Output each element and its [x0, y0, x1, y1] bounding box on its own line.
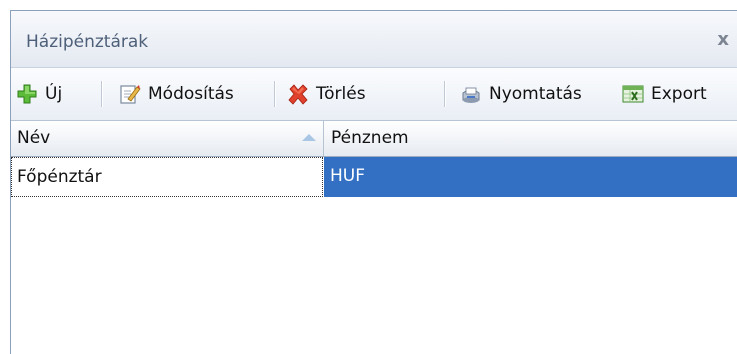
sort-ascending-icon — [302, 134, 316, 141]
cell-name[interactable]: Főpénztár — [11, 157, 323, 197]
column-header-name[interactable]: Név — [11, 121, 324, 156]
excel-icon — [622, 85, 644, 103]
delete-x-icon — [288, 84, 308, 105]
table-row[interactable]: Főpénztár HUF — [11, 157, 737, 197]
new-button[interactable]: Új — [16, 81, 62, 107]
grid-header: Név Pénznem — [11, 121, 737, 157]
column-header-currency[interactable]: Pénznem — [324, 121, 737, 156]
toolbar-separator — [274, 81, 276, 107]
cell-currency[interactable]: HUF — [324, 157, 737, 197]
cash-registers-panel: Házipénztárak x Új Módosítás Törlés Nyom… — [10, 10, 737, 354]
toolbar: Új Módosítás Törlés Nyomtatás Export — [11, 68, 737, 121]
column-header-name-label: Név — [17, 128, 51, 148]
toolbar-separator — [101, 81, 103, 107]
print-button[interactable]: Nyomtatás — [460, 81, 582, 107]
printer-icon — [462, 87, 480, 103]
plus-icon — [17, 84, 37, 104]
edit-icon — [120, 85, 141, 104]
panel-titlebar: Házipénztárak x — [11, 11, 737, 68]
cell-name-text: Főpénztár — [17, 167, 102, 187]
export-button[interactable]: Export — [622, 81, 707, 107]
toolbar-separator — [444, 81, 446, 107]
column-header-currency-label: Pénznem — [331, 128, 409, 148]
panel-title: Házipénztárak — [26, 32, 149, 52]
close-icon[interactable]: x — [717, 29, 729, 50]
edit-button[interactable]: Módosítás — [119, 81, 234, 107]
delete-button[interactable]: Törlés — [287, 81, 366, 107]
cell-currency-text: HUF — [330, 166, 366, 186]
